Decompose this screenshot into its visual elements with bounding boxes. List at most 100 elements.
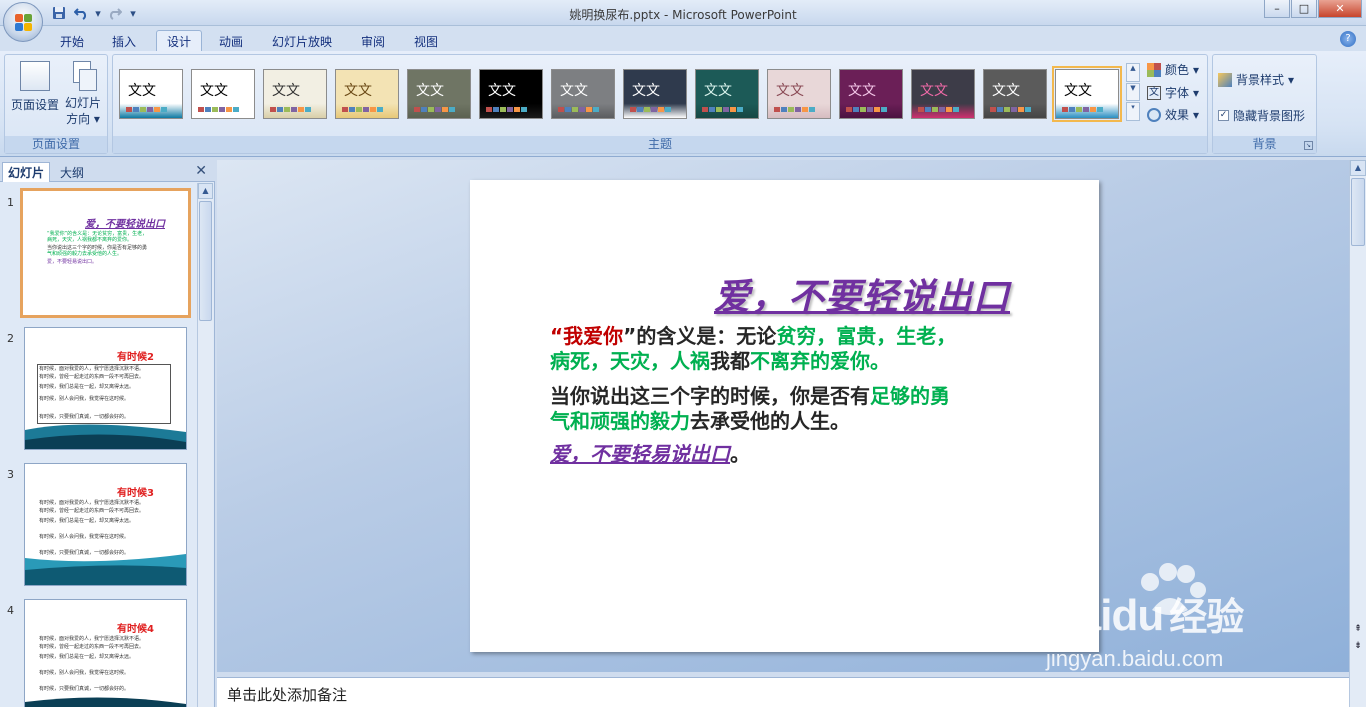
close-button[interactable]: ✕ <box>1318 0 1362 18</box>
tab-outline[interactable]: 大纲 <box>52 162 92 182</box>
background-group-label: 背景 <box>1213 136 1316 153</box>
checkbox-icon: ✓ <box>1218 110 1229 121</box>
theme-label: 文文 <box>992 83 1020 99</box>
hide-background-checkbox[interactable]: ✓ 隐藏背景图形 <box>1218 107 1305 124</box>
theme-swatches <box>270 107 311 112</box>
slide-number-1: 1 <box>7 196 14 209</box>
thumb-title-4: 有时候4 <box>117 624 154 635</box>
theme-7[interactable]: 文文 <box>551 69 615 119</box>
theme-2[interactable]: 文文 <box>191 69 255 119</box>
slide-thumbnail-2[interactable]: 有时候2 有时候，面对我爱的人，我宁愿选择沉默不语。 有时候，曾经一起走过的东西… <box>24 327 187 450</box>
theme-6[interactable]: 文文 <box>479 69 543 119</box>
background-styles-button[interactable]: 背景样式 ▾ <box>1218 71 1294 88</box>
theme-9[interactable]: 文文 <box>695 69 759 119</box>
thumb2-line-2: 有时候，曾经一起走过的东西一段不可再回去。 <box>39 374 145 380</box>
minimize-button[interactable]: – <box>1264 0 1290 18</box>
fonts-label: 字体 <box>1165 86 1190 100</box>
theme-3[interactable]: 文文 <box>263 69 327 119</box>
baidu-url: jingyan.baidu.com <box>1046 646 1224 671</box>
tab-slideshow[interactable]: 幻灯片放映 <box>262 30 342 52</box>
page-setup-button[interactable]: 页面设置 <box>7 61 63 113</box>
slide-thumbnail-4[interactable]: 有时候4 有时候，面对我爱的人，我宁愿选择沉默不语。 有时候，曾经一起走过的东西… <box>24 599 187 707</box>
scroll-up-button[interactable]: ▲ <box>198 183 213 199</box>
theme-5[interactable]: 文文 <box>407 69 471 119</box>
theme-label: 文文 <box>488 83 516 99</box>
current-slide[interactable]: 爱，不要轻说出口 “我爱你”的含义是：无论贫穷，富贵，生老， 病死，天灾，人祸我… <box>470 180 1099 652</box>
slide-body[interactable]: “我爱你”的含义是：无论贫穷，富贵，生老， 病死，天灾，人祸我都不离弃的爱你。 … <box>550 324 1090 467</box>
thumb3-line-3: 有时候，我们总是在一起，却又离得太远。 <box>39 518 135 524</box>
fonts-button[interactable]: 文 字体 ▾ <box>1147 84 1199 101</box>
theme-8[interactable]: 文文 <box>623 69 687 119</box>
theme-swatches <box>198 107 239 112</box>
notes-pane[interactable]: 单击此处添加备注 <box>217 677 1349 707</box>
thumb-title-1: 爱，不要轻说出口 <box>85 219 165 230</box>
theme-swatches <box>558 107 599 112</box>
tab-slides[interactable]: 幻灯片 <box>2 162 50 182</box>
theme-label: 文文 <box>128 83 156 99</box>
body-line-2: 病死，天灾，人祸我都不离弃的爱你。 <box>550 349 1090 374</box>
main-scrollbar[interactable]: ▲ ⇞ ⇟ <box>1349 160 1366 707</box>
office-button[interactable] <box>3 2 43 42</box>
thumb2-line-4: 有时候，别人会问我，我觉得在这时候。 <box>39 396 130 402</box>
thumb-title-3: 有时候3 <box>117 488 154 499</box>
theme-label: 文文 <box>848 83 876 99</box>
theme-11[interactable]: 文文 <box>839 69 903 119</box>
baidu-brand: Baidu 经验 <box>1046 591 1244 640</box>
dialog-launcher-icon[interactable]: ↘ <box>1304 141 1313 150</box>
effects-button[interactable]: 效果 ▾ <box>1147 106 1199 123</box>
tab-design[interactable]: 设计 <box>156 30 202 52</box>
tab-view[interactable]: 视图 <box>404 30 448 52</box>
theme-swatches <box>486 107 527 112</box>
help-icon[interactable]: ? <box>1340 31 1356 47</box>
slide-thumbnail-1[interactable]: 爱，不要轻说出口 “我爱你”的含义是：无论贫穷，富贵，生老， 病死，天灾，人祸我… <box>20 188 191 318</box>
slides-panel-scrollbar[interactable]: ▲ <box>197 183 213 707</box>
main-scroll-up[interactable]: ▲ <box>1350 160 1366 176</box>
colors-button[interactable]: 颜色 ▾ <box>1147 61 1199 78</box>
closing-period: 。 <box>730 442 750 466</box>
theme-swatches <box>774 107 815 112</box>
colors-label: 颜色 <box>1165 63 1190 77</box>
tab-insert[interactable]: 插入 <box>102 30 146 52</box>
scroll-thumb[interactable] <box>199 201 212 321</box>
theme-10[interactable]: 文文 <box>767 69 831 119</box>
tab-review[interactable]: 审阅 <box>352 30 394 52</box>
green-text-4: 足够的勇 <box>870 384 950 408</box>
window-controls: – □ ✕ <box>1264 0 1362 18</box>
body-line-3: 当你说出这三个字的时候，你是否有足够的勇 <box>550 384 1090 409</box>
close-panel-icon[interactable]: ✕ <box>195 163 207 179</box>
gallery-down-button[interactable]: ▼ <box>1126 82 1140 102</box>
slides-panel: 幻灯片 大纲 ✕ 1 爱，不要轻说出口 “我爱你”的含义是：无论贫穷，富贵，生老… <box>0 160 215 707</box>
thumb3-line-1: 有时候，面对我爱的人，我宁愿选择沉默不语。 <box>39 500 145 506</box>
theme-4[interactable]: 文文 <box>335 69 399 119</box>
theme-swatches <box>630 107 671 112</box>
notes-placeholder: 单击此处添加备注 <box>227 686 348 704</box>
purple-closing: 爱，不要轻易说出口 <box>550 442 730 466</box>
maximize-button[interactable]: □ <box>1291 0 1317 18</box>
gallery-up-button[interactable]: ▲ <box>1126 63 1140 82</box>
themes-group-label: 主题 <box>113 136 1207 153</box>
theme-label: 文文 <box>1064 83 1092 99</box>
main-scroll-thumb[interactable] <box>1351 178 1365 246</box>
tab-animations[interactable]: 动画 <box>209 30 253 52</box>
fonts-icon: 文 <box>1147 85 1161 100</box>
tab-home[interactable]: 开始 <box>50 30 94 52</box>
theme-swatches <box>990 107 1031 112</box>
theme-swatches <box>846 107 887 112</box>
theme-13[interactable]: 文文 <box>983 69 1047 119</box>
thumb4-line-2: 有时候，曾经一起走过的东西一段不可再回去。 <box>39 644 145 650</box>
theme-1[interactable]: 文文 <box>119 69 183 119</box>
slide-title[interactable]: 爱，不要轻说出口 <box>714 268 1010 320</box>
theme-label: 文文 <box>272 83 300 99</box>
thumb2-wave <box>25 424 186 449</box>
orientation-label-2: 方向 ▾ <box>66 112 100 126</box>
theme-swatches <box>342 107 383 112</box>
prev-slide-button[interactable]: ⇞ <box>1351 624 1365 640</box>
slide-orientation-button[interactable]: 幻灯片 方向 ▾ <box>61 61 105 127</box>
theme-12[interactable]: 文文 <box>911 69 975 119</box>
slide-thumbnail-3[interactable]: 有时候3 有时候，面对我爱的人，我宁愿选择沉默不语。 有时候，曾经一起走过的东西… <box>24 463 187 586</box>
baidu-watermark: Baidu 经验 jingyan.baidu.com <box>1040 560 1340 671</box>
gallery-more-button[interactable]: ▾ <box>1126 102 1140 122</box>
theme-14[interactable]: 文文 <box>1052 66 1122 122</box>
next-slide-button[interactable]: ⇟ <box>1351 641 1365 657</box>
body-text-4: 去承受他的人生。 <box>690 409 850 433</box>
